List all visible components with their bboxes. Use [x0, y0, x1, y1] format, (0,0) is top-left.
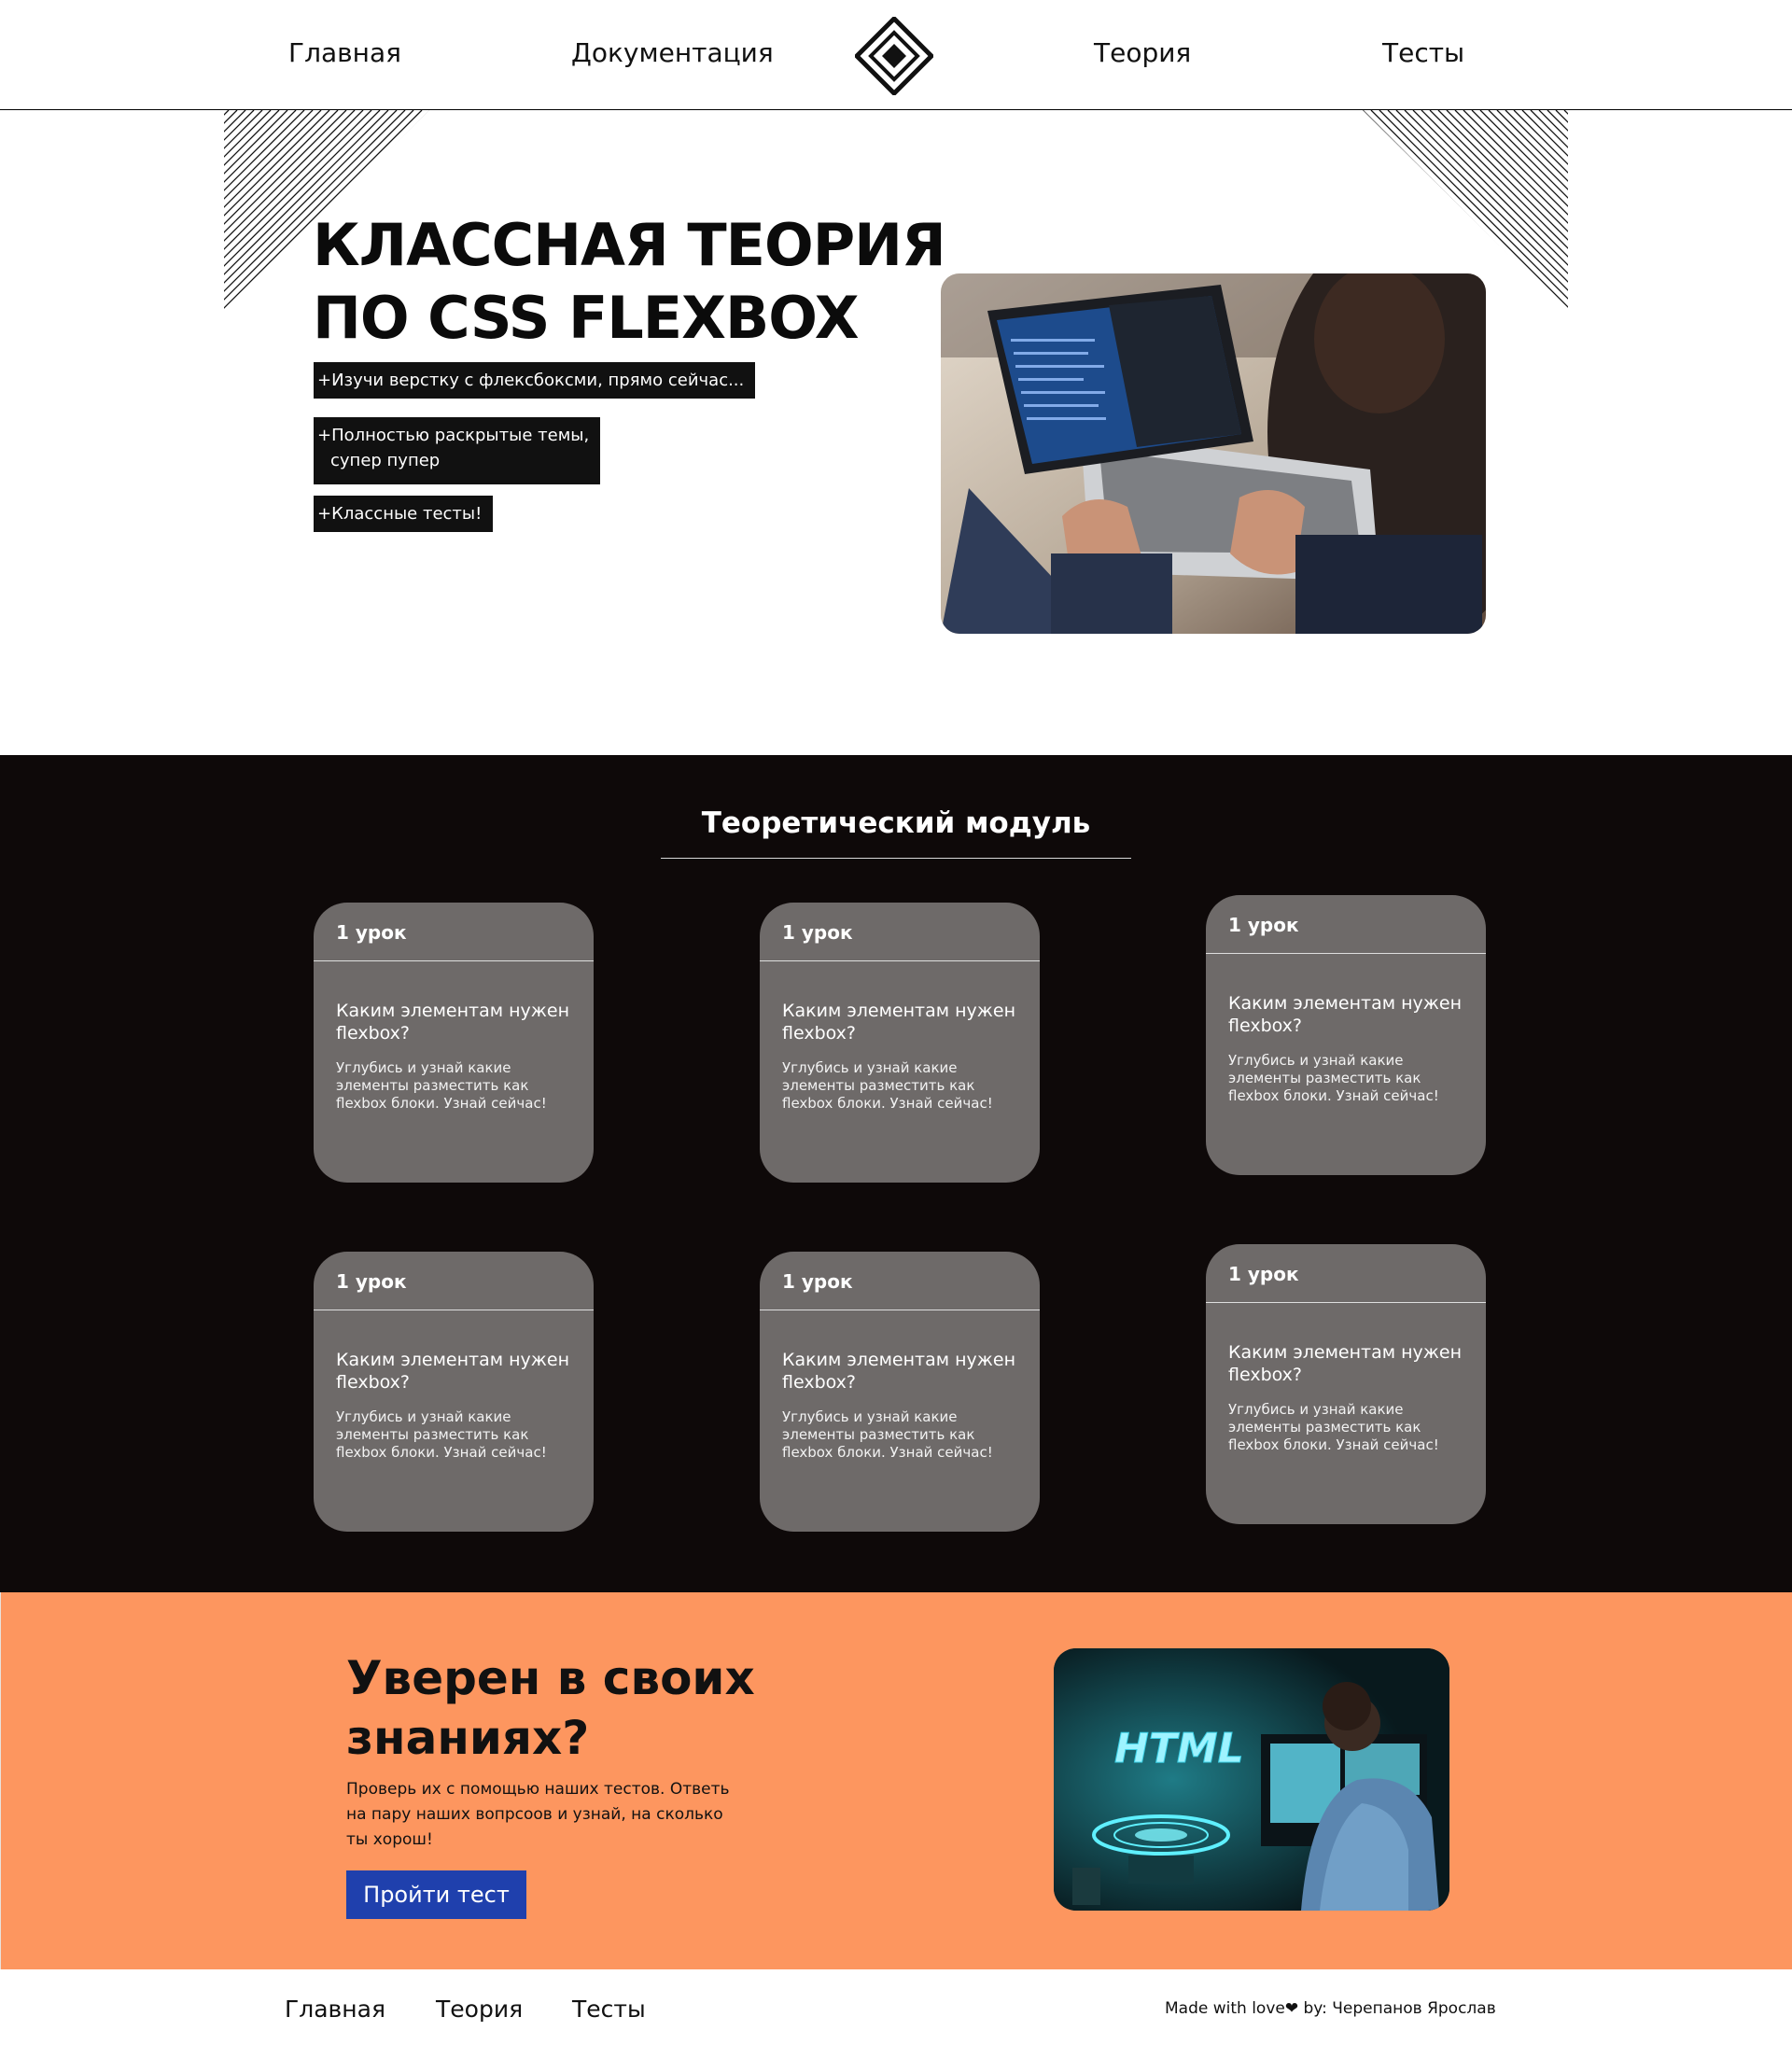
hero-title-line1: КЛАССНАЯ ТЕОРИЯ — [313, 211, 946, 279]
lesson-card-heading: Каким элементам нужен flexbox? — [1228, 1342, 1463, 1385]
lesson-card-text: Углубись и узнай какие элементы размести… — [336, 1408, 547, 1461]
hero-bullet-1: +Изучи верстку с флексбоксми, прямо сейч… — [314, 362, 756, 399]
lesson-card[interactable]: 1 урок Каким элементам нужен flexbox? Уг… — [1206, 895, 1486, 1175]
lesson-card-label: 1 урок — [782, 1270, 853, 1293]
lesson-card-label: 1 урок — [336, 1270, 407, 1293]
diamond-logo-icon[interactable] — [855, 17, 933, 95]
site-footer: Главная Теория Тесты Made with love❤ by:… — [0, 1969, 1792, 2045]
hero-title: КЛАССНАЯ ТЕОРИЯ ПО CSS FLEXBOX — [313, 209, 966, 355]
hero-bullet-2-line2: супер пупер — [330, 451, 441, 470]
nav-link-home[interactable]: Главная — [288, 37, 401, 68]
lesson-card[interactable]: 1 урок Каким элементам нужен flexbox? Уг… — [760, 1252, 1040, 1532]
footer-credit: Made with love❤ by: Черепанов Ярослав — [1165, 1999, 1496, 2018]
footer-link-theory[interactable]: Теория — [436, 1996, 523, 2023]
test-cta-section: Уверен в своих знаниях? Проверь их с пом… — [0, 1592, 1792, 1969]
lesson-card-heading: Каким элементам нужен flexbox? — [782, 1001, 1016, 1044]
nav-link-tests[interactable]: Тесты — [1382, 37, 1464, 68]
nav-link-theory[interactable]: Теория — [1094, 37, 1191, 68]
lesson-card-divider — [760, 960, 1040, 961]
lesson-card[interactable]: 1 урок Каким элементам нужен flexbox? Уг… — [1206, 1244, 1486, 1524]
lesson-card[interactable]: 1 урок Каким элементам нужен flexbox? Уг… — [314, 903, 594, 1183]
lesson-card-heading: Каким элементам нужен flexbox? — [336, 1350, 570, 1393]
lesson-card-text: Углубись и узнай какие элементы размести… — [336, 1059, 547, 1112]
module-title: Теоретический модуль — [701, 806, 1091, 840]
cta-html-photo: HTML — [1054, 1648, 1449, 1911]
lesson-card-heading: Каким элементам нужен flexbox? — [782, 1350, 1016, 1393]
lesson-card-text: Углубись и узнай какие элементы размести… — [1228, 1052, 1439, 1104]
hero-bullet-2: +Полностью раскрытые темы, супер пупер — [314, 417, 601, 484]
cta-title: Уверен в своих знаниях? — [346, 1648, 832, 1768]
lesson-card-heading: Каким элементам нужен flexbox? — [336, 1001, 570, 1044]
lesson-card-divider — [314, 960, 594, 961]
cta-title-line1: Уверен в своих — [346, 1651, 755, 1705]
site-header: Главная Документация Теория Тесты — [0, 0, 1792, 110]
html-glow-text: HTML — [1114, 1725, 1244, 1772]
hero-laptop-photo — [941, 273, 1486, 634]
hero-title-line2: ПО CSS FLEXBOX — [313, 284, 860, 352]
footer-link-tests[interactable]: Тесты — [572, 1996, 646, 2023]
hero-bullet-3: +Классные тесты! — [314, 496, 494, 532]
lesson-card-heading: Каким элементам нужен flexbox? — [1228, 993, 1463, 1036]
lesson-card[interactable]: 1 урок Каким элементам нужен flexbox? Уг… — [760, 903, 1040, 1183]
module-title-underline — [661, 858, 1131, 859]
lesson-card-label: 1 урок — [782, 921, 853, 944]
take-test-button[interactable]: Пройти тест — [346, 1870, 526, 1919]
lesson-card-divider — [1206, 953, 1486, 954]
lesson-card-text: Углубись и узнай какие элементы размести… — [782, 1059, 993, 1112]
footer-link-home[interactable]: Главная — [285, 1996, 385, 2023]
lesson-card-divider — [1206, 1302, 1486, 1303]
lesson-card-text: Углубись и узнай какие элементы размести… — [782, 1408, 993, 1461]
theory-module-section: Теоретический модуль 1 урок Каким элемен… — [0, 755, 1792, 1592]
lesson-card-label: 1 урок — [1228, 914, 1299, 936]
lesson-card[interactable]: 1 урок Каким элементам нужен flexbox? Уг… — [314, 1252, 594, 1532]
cta-title-line2: знаниях? — [346, 1711, 590, 1765]
lesson-card-label: 1 урок — [1228, 1263, 1299, 1285]
nav-link-docs[interactable]: Документация — [571, 37, 774, 68]
cta-text: Проверь их с помощью наших тестов. Ответ… — [346, 1780, 730, 1849]
hero-bullet-2-line1: +Полностью раскрытые темы, — [317, 426, 590, 445]
lesson-card-label: 1 урок — [336, 921, 407, 944]
lesson-card-text: Углубись и узнай какие элементы размести… — [1228, 1401, 1439, 1453]
